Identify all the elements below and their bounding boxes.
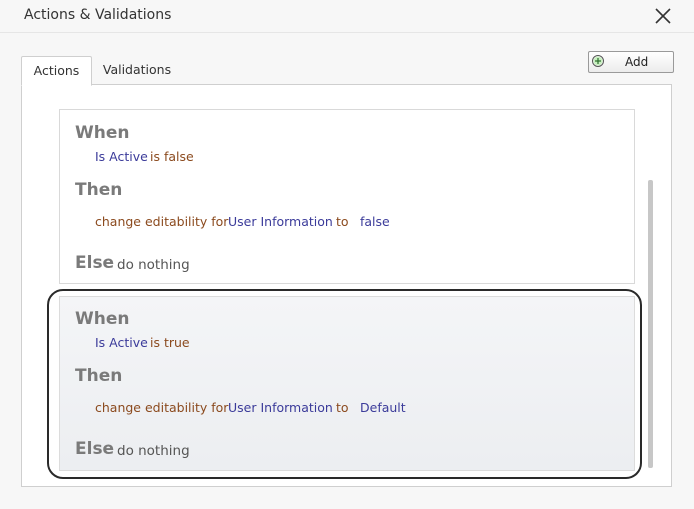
action-target[interactable]: User Information [228,400,333,415]
action-text[interactable]: change editability for [95,400,228,415]
close-icon[interactable] [652,5,674,27]
tab-actions[interactable]: Actions [21,56,92,86]
add-button[interactable]: Add [588,51,674,73]
tab-validations-label: Validations [102,62,172,77]
add-button-label: Add [625,55,649,69]
else-text[interactable]: do nothing [117,443,190,459]
condition-field[interactable]: Is Active [95,149,148,164]
else-keyword: Else [75,253,115,273]
condition-operator[interactable]: is false [150,149,194,164]
else-keyword: Else [75,439,115,459]
then-keyword: Then [75,366,123,386]
when-keyword: When [75,123,130,143]
else-text[interactable]: do nothing [117,257,190,273]
scrollbar-thumb[interactable] [648,180,653,468]
when-keyword: When [75,309,130,329]
action-value[interactable]: Default [360,400,406,415]
tab-validations[interactable]: Validations [95,56,179,84]
title-bar: Actions & Validations [0,0,694,33]
plus-circle-icon [592,55,604,67]
action-text[interactable]: change editability for [95,214,228,229]
then-keyword: Then [75,180,123,200]
condition-field[interactable]: Is Active [95,335,148,350]
condition-operator[interactable]: is true [150,335,190,350]
action-target[interactable]: User Information [228,214,333,229]
action-to: to [336,214,349,229]
window-title: Actions & Validations [24,7,172,23]
tab-actions-label: Actions [33,63,80,78]
action-to: to [336,400,349,415]
action-value[interactable]: false [360,214,390,229]
